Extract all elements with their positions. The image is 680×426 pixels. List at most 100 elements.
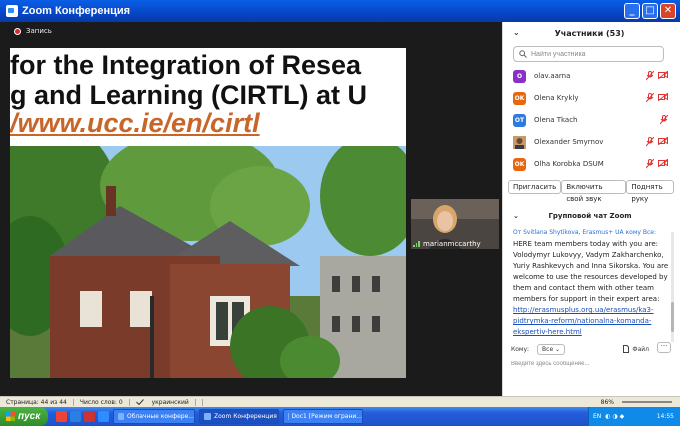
participant-row[interactable]: O olav.aarna (503, 65, 676, 87)
chat-message: От Svitlana Shytikova, Erasmus+ UA кому … (513, 227, 673, 339)
clock[interactable]: 14:55 (657, 413, 674, 420)
participant-actions: Пригласить Включить свой звук Поднять ру… (503, 180, 677, 203)
close-button[interactable]: ✕ (660, 3, 676, 19)
recording-indicator[interactable]: Запись (14, 27, 52, 35)
muted-mic-icon (646, 71, 654, 81)
recording-label: Запись (26, 27, 52, 35)
muted-mic-icon (646, 93, 654, 103)
unmute-self-button[interactable]: Включить свой звук (561, 180, 627, 203)
start-label: пуск (18, 411, 41, 422)
muted-mic-icon (646, 159, 654, 169)
chat-header[interactable]: ⌄ Групповой чат Zoom (503, 208, 677, 224)
avatar: OK (513, 91, 526, 105)
window-title: Zoom Конференция (22, 5, 131, 17)
ie-icon[interactable] (70, 411, 81, 422)
word-count[interactable]: Число слов: 0 (74, 398, 130, 406)
video-off-icon (658, 71, 668, 79)
participant-row[interactable]: OK Olha Korobka DSUM (503, 153, 676, 175)
zoom-icon[interactable] (98, 411, 109, 422)
page-count[interactable]: Страница: 44 из 44 (0, 398, 74, 406)
spellcheck-icon (135, 399, 144, 406)
participant-name: Olexander Smyrnov (534, 138, 604, 146)
chrome-icon[interactable] (56, 411, 67, 422)
taskbar-item-label: Zoom Конференция (214, 413, 277, 420)
proofing-language[interactable]: украинский (130, 398, 203, 406)
participants-header[interactable]: ⌄ Участники (53) (503, 22, 676, 44)
send-to-value: Все (542, 345, 554, 353)
chat-scrollbar[interactable] (671, 232, 674, 342)
system-tray: EN ◐ ◑ ◆ 14:55 (588, 407, 680, 426)
participant-video-thumbnail[interactable]: marianmccarthy (411, 199, 499, 249)
taskbar-item-label: Doc1 [Режим ограни... (291, 413, 362, 420)
slide-title-line-1: for the Integration of Resea (10, 50, 362, 80)
zoom-window: Zoom Конференция _ □ ✕ Запись for the In… (0, 0, 680, 426)
search-icon (519, 50, 527, 58)
zoom-slider[interactable] (622, 401, 672, 403)
collapse-chevron-icon[interactable]: ⌄ (513, 28, 520, 37)
chat-link[interactable]: http://erasmusplus.org.ua/erasmus/ka3-pi… (513, 306, 654, 336)
language-label: украинский (145, 398, 196, 406)
participant-list: O olav.aarna OK Olena Krykly OT Olena Tk… (503, 65, 676, 175)
send-to-dropdown[interactable]: Все ⌄ (537, 343, 566, 355)
opera-icon[interactable] (84, 411, 95, 422)
title-bar[interactable]: Zoom Конференция _ □ ✕ (0, 0, 680, 22)
muted-mic-icon (646, 137, 654, 147)
video-off-icon (658, 159, 668, 167)
quick-launch (56, 411, 109, 422)
tray-icons[interactable]: ◐ ◑ ◆ (605, 413, 624, 420)
participant-name: Olha Korobka DSUM (534, 160, 604, 168)
zoom-app-icon (204, 413, 211, 420)
video-off-icon (658, 93, 668, 101)
chat-send-row: Кому: Все ⌄ Файл ··· (511, 342, 671, 356)
more-options-button[interactable]: ··· (657, 342, 671, 353)
participant-name: Olena Krykly (534, 94, 579, 102)
participant-row[interactable]: Olexander Smyrnov (503, 131, 676, 153)
minimize-button[interactable]: _ (624, 3, 640, 19)
language-indicator[interactable]: EN (593, 413, 601, 420)
taskbar-item-label: Облачные конфере... (127, 413, 194, 420)
video-participant-name: marianmccarthy (423, 240, 481, 248)
participant-name: olav.aarna (534, 72, 571, 80)
collapse-chevron-icon[interactable]: ⌄ (513, 208, 519, 224)
participants-title: Участники (53) (554, 28, 625, 38)
shared-slide: for the Integration of Resea g and Learn… (10, 48, 406, 378)
participant-name: Olena Tkach (534, 116, 578, 124)
word-status-bar: Страница: 44 из 44 Число слов: 0 украинс… (0, 396, 680, 407)
scrollbar-thumb[interactable] (671, 302, 674, 332)
file-button[interactable]: Файл (623, 345, 649, 353)
slide-title-line-2: g and Learning (CIRTL) at U (10, 80, 367, 110)
invite-button[interactable]: Пригласить (508, 180, 562, 194)
file-label: Файл (632, 345, 649, 353)
participant-search-input[interactable] (531, 50, 641, 58)
maximize-button[interactable]: □ (642, 3, 658, 19)
windows-taskbar: пуск Облачные конфере... Zoom Конференци… (0, 407, 680, 426)
participant-row[interactable]: OK Olena Krykly (503, 87, 676, 109)
chat-title: Групповой чат Zoom (548, 212, 632, 220)
slide-photo-campus (10, 146, 406, 378)
file-icon (623, 345, 630, 353)
avatar: OK (513, 157, 526, 171)
audio-level-icon (413, 241, 421, 247)
zoom-level[interactable]: 86% (595, 399, 620, 406)
start-button[interactable]: пуск (0, 407, 48, 426)
taskbar-item-word[interactable]: Doc1 [Режим ограни... (283, 409, 363, 424)
browser-icon (118, 413, 124, 420)
zoom-app-icon (6, 5, 18, 17)
record-dot-icon (14, 27, 21, 35)
chat-message-input[interactable] (511, 358, 671, 370)
shared-screen-stage: Запись for the Integration of Resea g an… (0, 22, 502, 396)
video-off-icon (658, 137, 668, 145)
windows-logo-icon (6, 412, 15, 421)
chat-message-text: HERE team members today with you are: Vo… (513, 240, 669, 303)
raise-hand-button[interactable]: Поднять руку (626, 180, 674, 203)
muted-mic-icon (660, 115, 668, 125)
taskbar-item-zoom[interactable]: Zoom Конференция (199, 409, 279, 424)
send-to-label: Кому: (511, 345, 530, 353)
avatar: OT (513, 113, 526, 127)
taskbar-item-cloud[interactable]: Облачные конфере... (113, 409, 195, 424)
participant-search-box[interactable] (513, 46, 664, 62)
slide-url: /www.ucc.ie/en/cirtl (10, 108, 260, 138)
participant-row[interactable]: OT Olena Tkach (503, 109, 676, 131)
chat-sender: От Svitlana Shytikova, Erasmus+ UA кому … (513, 229, 656, 236)
side-panel: ⌄ Участники (53) O olav.aarna OK Olena K… (502, 22, 676, 396)
